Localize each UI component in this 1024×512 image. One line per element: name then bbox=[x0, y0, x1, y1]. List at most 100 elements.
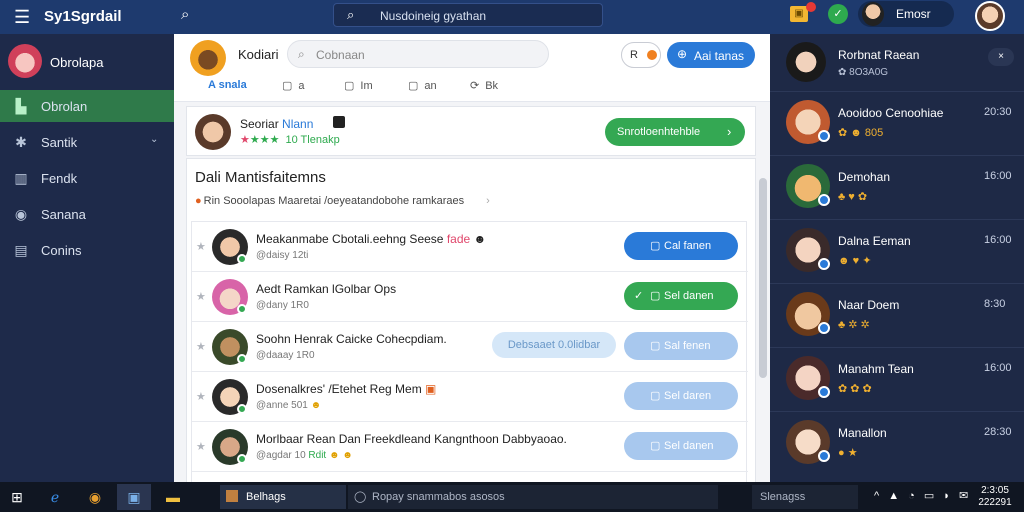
star-icon[interactable]: ★ bbox=[196, 340, 206, 353]
scrollbar[interactable] bbox=[759, 178, 767, 378]
join-button[interactable]: ▢ Cal fanen bbox=[624, 232, 738, 260]
cta-label: Snrotloenhtehble bbox=[617, 126, 701, 138]
sidebar-item-obrolan[interactable]: ▙ Obrolan bbox=[0, 90, 174, 122]
top-search-input[interactable]: ⌕ Nusdoineig gyathan bbox=[333, 3, 603, 27]
system-tray[interactable]: ^ ▲ ◔ ▭ ◗ ✉ bbox=[874, 489, 971, 502]
store-icon[interactable]: ▣ bbox=[125, 488, 143, 506]
item-title: Soohn Henrak Caicke Cohecpdiam. bbox=[256, 332, 447, 346]
item-subtitle-text: @anne 501 bbox=[256, 400, 308, 411]
sidebar-item-sanana[interactable]: ◉ Sanana bbox=[0, 198, 174, 230]
sidebar-profile[interactable]: Obrolapa bbox=[0, 38, 174, 86]
contact-item[interactable]: Manallon ● ★ 28:30 bbox=[770, 412, 1024, 482]
item-title: Meakanmabe Cbotali.eehng Seese fade ☻ bbox=[256, 232, 487, 246]
filter-button[interactable]: R bbox=[621, 42, 661, 68]
sidebar-item-fendk[interactable]: ▥ Fendk bbox=[0, 162, 174, 194]
section-subtitle: ● Rin Sooolapas Maaretai /oeyeatandobohe … bbox=[195, 195, 490, 207]
status-badge bbox=[818, 194, 830, 206]
taskbar-search-text: Ropay snammabos asosos bbox=[372, 491, 505, 503]
clock[interactable]: 2:3:05 222291 bbox=[972, 485, 1018, 509]
sidebar-item-label: Conins bbox=[41, 243, 82, 258]
share-icon: ⟳ bbox=[470, 80, 480, 92]
item-title-text: Meakanmabe Cbotali.eehng Seese bbox=[256, 232, 444, 246]
list-item[interactable]: ★ Morlbaar Rean Dan Freekdleand Kangntho… bbox=[192, 422, 748, 472]
tab-a[interactable]: ▢ a bbox=[282, 79, 305, 92]
status-chip[interactable]: Debsaaet 0.0lidbar bbox=[492, 332, 616, 358]
contact-subtitle: ✿ 8O3A0G bbox=[838, 67, 889, 78]
start-icon[interactable]: ⊞ bbox=[8, 488, 26, 506]
sidebar-item-label: Santik bbox=[41, 135, 78, 150]
square-icon: ▢ bbox=[282, 80, 293, 92]
plus-icon: ⊕ bbox=[677, 47, 688, 61]
avatar bbox=[862, 2, 884, 26]
list-item[interactable]: ★ Aedt Ramkan lGolbar Ops @dany 1R0 ✓ ▢ Se… bbox=[192, 272, 748, 322]
close-icon[interactable]: × bbox=[988, 48, 1014, 66]
contact-item[interactable]: Demohan ♣ ♥ ✿ 16:00 bbox=[770, 156, 1024, 220]
taskbar-app[interactable]: Belhags bbox=[220, 485, 346, 509]
tab-snala[interactable]: A snala bbox=[208, 79, 247, 91]
flame-icon: ● bbox=[195, 195, 202, 207]
item-title-tag: fade bbox=[446, 232, 471, 246]
online-indicator bbox=[237, 354, 247, 364]
members-section: Dali Mantisfaitemns ● Rin Sooolapas Maare… bbox=[186, 158, 756, 483]
tab-an[interactable]: ▢ an bbox=[408, 79, 437, 92]
search-icon[interactable]: ⌕ bbox=[181, 6, 189, 23]
list-item[interactable]: ★ Meakanmabe Cbotali.eehng Seese fade ☻ … bbox=[192, 222, 748, 272]
status-icon[interactable]: ✓ bbox=[828, 4, 848, 24]
filter-button-label: R bbox=[630, 49, 638, 61]
main-search-input[interactable]: ⌕ Cobnaan bbox=[287, 40, 549, 68]
browser-icon[interactable]: ℯ bbox=[46, 488, 64, 506]
contact-item[interactable]: Aooidoo Cenoohiae ✿ ☻ 805 20:30 bbox=[770, 92, 1024, 156]
online-indicator bbox=[237, 304, 247, 314]
join-button[interactable]: ▢ Sel daren bbox=[624, 382, 738, 410]
taskbar-search-secondary[interactable]: Slenagss bbox=[752, 485, 858, 509]
profile-avatar[interactable] bbox=[975, 1, 1005, 31]
check-icon: ✓ bbox=[634, 290, 644, 302]
tab-bk[interactable]: ⟳ Bk bbox=[470, 79, 498, 92]
join-icon: ▢ bbox=[650, 290, 661, 302]
star-icon[interactable]: ★ bbox=[196, 440, 206, 453]
taskbar-search[interactable]: ◯ Ropay snammabos asosos bbox=[348, 485, 718, 509]
right-panel-header[interactable]: Rorbnat Raean ✿ 8O3A0G × bbox=[770, 34, 1024, 92]
contact-time: 8:30 bbox=[984, 298, 1006, 310]
contact-item[interactable]: Manahm Tean ✿ ✿ ✿ 16:00 bbox=[770, 348, 1024, 412]
sidebar-item-santik[interactable]: ✱ Santik ⌄ bbox=[0, 126, 174, 158]
item-subtitle: @anne 501 ☻ bbox=[256, 400, 322, 411]
join-button[interactable]: ▢ Sel danen bbox=[624, 432, 738, 460]
status-badge bbox=[818, 258, 830, 270]
sidebar: Obrolapa ▙ Obrolan ✱ Santik ⌄ ▥ Fendk ◉ … bbox=[0, 34, 174, 482]
user-menu[interactable]: Emosr bbox=[858, 1, 954, 27]
app-icon bbox=[226, 490, 238, 502]
page-title: Kodiari bbox=[238, 47, 279, 62]
hamburger-icon[interactable]: ☰ bbox=[14, 7, 30, 27]
chat-bubble-icon: ▢ bbox=[344, 80, 355, 92]
contact-item[interactable]: Naar Doem ♣ ✲ ✲ 8:30 bbox=[770, 284, 1024, 348]
sidebar-item-conins[interactable]: ▤ Conins bbox=[0, 234, 174, 266]
list-item[interactable]: ★ Dosenalkres' /Etehet Reg Mem ▣ @anne 5… bbox=[192, 372, 748, 422]
contact-time: 16:00 bbox=[984, 362, 1012, 374]
join-button[interactable]: ✓ ▢ Sel danen bbox=[624, 282, 738, 310]
contact-time: 20:30 bbox=[984, 106, 1012, 118]
add-button[interactable]: ⊕ Aai tanas bbox=[667, 42, 755, 68]
sidebar-profile-name: Obrolapa bbox=[50, 55, 104, 70]
contact-name: Dalna Eeman bbox=[838, 234, 911, 248]
member-list: ★ Meakanmabe Cbotali.eehng Seese fade ☻ … bbox=[191, 221, 748, 483]
contact-item[interactable]: Dalna Eeman ☻ ♥ ✦ 16:00 bbox=[770, 220, 1024, 284]
star-icon[interactable]: ★ bbox=[196, 240, 206, 253]
tab-im[interactable]: ▢ Im bbox=[344, 79, 373, 92]
star-icon[interactable]: ★ bbox=[196, 290, 206, 303]
join-icon: ▢ bbox=[650, 340, 661, 352]
profile-cta-button[interactable]: Snrotloenhtehble › bbox=[605, 118, 745, 146]
item-subtitle: @agdar 10 Rdit ☻ ☻ bbox=[256, 450, 353, 461]
avatar bbox=[195, 114, 231, 150]
list-item[interactable]: ★ Soohn Henrak Caicke Cohecpdiam. @daaay… bbox=[192, 322, 748, 372]
star-icon[interactable]: ★ bbox=[196, 390, 206, 403]
contact-subtitle: ✿ ☻ 805 bbox=[838, 127, 884, 139]
folder-icon[interactable]: ▬ bbox=[164, 488, 182, 506]
contact-name: Aooidoo Cenoohiae bbox=[838, 106, 944, 120]
section-title: Dali Mantisfaitemns bbox=[195, 169, 326, 186]
clock-date: 222291 bbox=[978, 497, 1012, 508]
item-title: Morlbaar Rean Dan Freekdleand Kangnthoon… bbox=[256, 432, 567, 446]
rating-stars: ★★★★ 10 Tlenakp bbox=[240, 134, 340, 146]
chrome-icon[interactable]: ◉ bbox=[86, 488, 104, 506]
join-button[interactable]: ▢ Sal fenen bbox=[624, 332, 738, 360]
